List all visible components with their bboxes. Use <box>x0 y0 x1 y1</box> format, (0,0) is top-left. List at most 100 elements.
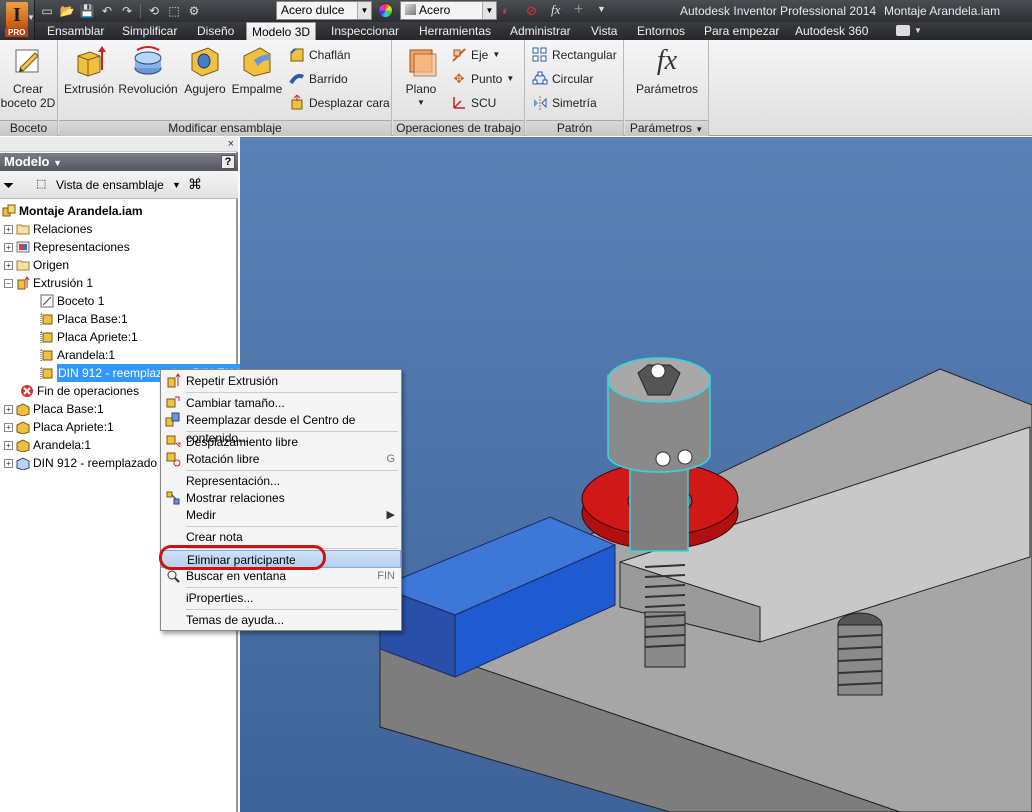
menu-item-mostrar-relaciones[interactable]: Mostrar relaciones <box>161 489 401 507</box>
filter-icon[interactable]: ⏷ <box>3 177 14 194</box>
tree-item-arandela-affected[interactable]: Arandela:1 <box>26 346 115 364</box>
revolve-button[interactable]: Revolución <box>117 44 179 96</box>
undo-icon[interactable]: ↶ <box>98 3 116 19</box>
tree-item-placa-base[interactable]: + Placa Base:1 <box>4 400 104 418</box>
application-menu-button[interactable]: I PRO ▼ <box>0 0 35 40</box>
menu-item-iproperties[interactable]: iProperties... <box>161 589 401 607</box>
tab-ensamblar[interactable]: Ensamblar <box>42 22 109 40</box>
tree-item-arandela[interactable]: + Arandela:1 <box>4 436 91 454</box>
tree-item-placa-base-affected[interactable]: Placa Base:1 <box>26 310 128 328</box>
tab-para-empezar[interactable]: Para empezar <box>699 22 784 40</box>
menu-item-label: Buscar en ventana <box>186 569 287 583</box>
tab-modelo-3d[interactable]: Modelo 3D <box>246 22 317 41</box>
fx-icon[interactable]: fx <box>551 2 560 18</box>
adjust-appearance-icon[interactable]: ◐ <box>502 3 510 18</box>
grip-point[interactable] <box>655 451 671 467</box>
chevron-down-icon[interactable]: ▼ <box>172 180 181 190</box>
fillet-button[interactable]: Empalme <box>230 44 284 96</box>
tree-item-relaciones[interactable]: + Relaciones <box>4 220 92 238</box>
save-icon[interactable]: 💾 <box>78 3 96 19</box>
expand-icon[interactable]: + <box>4 224 13 234</box>
menu-item-temas-de-ayuda[interactable]: Temas de ayuda... <box>161 611 401 629</box>
menu-item-label: Representación... <box>186 474 281 488</box>
material-dropdown[interactable]: Acero dulce ▼ <box>276 1 372 20</box>
move-face-button[interactable]: Desplazar cara <box>289 93 390 113</box>
tree-item-fin-operaciones[interactable]: Fin de operaciones <box>20 382 139 400</box>
tree-root[interactable]: Montaje Arandela.iam <box>2 202 143 220</box>
assembly-view-icon: ⬚ <box>36 178 47 190</box>
tab-diseno[interactable]: Diseño <box>192 22 239 40</box>
expand-icon[interactable]: + <box>4 458 13 468</box>
tab-inspeccionar[interactable]: Inspeccionar <box>326 22 404 40</box>
mirror-button[interactable]: Simetría <box>532 93 597 113</box>
tree-item-din-912[interactable]: + DIN 912 - reemplazado p <box>4 454 167 472</box>
part-icon <box>16 402 30 417</box>
tab-administrar[interactable]: Administrar <box>505 22 576 40</box>
tab-herramientas[interactable]: Herramientas <box>414 22 496 40</box>
tree-item-extrusion-1[interactable]: − Extrusión 1 <box>4 274 93 292</box>
return-icon[interactable]: ⟲ <box>145 3 163 19</box>
extrude-button[interactable]: Extrusión <box>61 44 117 96</box>
circular-pattern-button[interactable]: Circular <box>532 69 593 89</box>
qat-customize-icon[interactable]: ▼ <box>597 4 606 14</box>
browser-header[interactable]: Modelo ▼ ? <box>0 153 238 171</box>
tab-vista[interactable]: Vista <box>586 22 622 40</box>
plus-icon[interactable]: + <box>574 1 583 19</box>
appearance-dropdown[interactable]: Acero ▼ <box>400 1 497 20</box>
tree-item-representaciones[interactable]: + Representaciones <box>4 238 130 256</box>
sweep-button[interactable]: Barrido <box>289 69 348 89</box>
update-icon[interactable]: ⚙ <box>185 3 203 19</box>
grip-point[interactable] <box>677 449 693 465</box>
menu-item-medir[interactable]: Medir ▶ <box>161 506 401 524</box>
menu-item-reemplazar[interactable]: Reemplazar desde el Centro de contenido.… <box>161 411 401 445</box>
circular-pattern-icon <box>532 71 548 87</box>
point-button[interactable]: ✥ Punto ▼ <box>451 69 515 89</box>
expand-icon[interactable]: + <box>4 404 13 414</box>
representations-icon <box>16 240 30 254</box>
help-icon[interactable]: ? <box>221 155 235 169</box>
hole-button[interactable]: Agujero <box>180 44 230 96</box>
expand-icon[interactable]: + <box>4 242 13 252</box>
chamfer-button[interactable]: Chaflán <box>289 45 350 65</box>
grip-point[interactable] <box>650 363 666 379</box>
clear-appearance-icon[interactable]: ⊘ <box>526 3 537 19</box>
menu-item-cambiar-tamano[interactable]: Cambiar tamaño... <box>161 394 401 412</box>
relationships-icon <box>165 490 181 506</box>
plane-button[interactable]: Plano ▼ <box>397 44 445 110</box>
parameters-button[interactable]: fx Parámetros <box>627 44 707 97</box>
tree-item-placa-apriete-affected[interactable]: Placa Apriete:1 <box>26 328 138 346</box>
sketch-icon <box>40 294 54 308</box>
menu-item-crear-nota[interactable]: Crear nota <box>161 528 401 546</box>
color-wheel-icon[interactable] <box>378 3 393 18</box>
tab-simplificar[interactable]: Simplificar <box>117 22 182 40</box>
tree-item-placa-apriete[interactable]: + Placa Apriete:1 <box>4 418 114 436</box>
menu-item-representacion[interactable]: Representación... <box>161 472 401 490</box>
create-sketch-2d-button[interactable]: Crear boceto 2D <box>0 44 56 110</box>
binoculars-icon[interactable]: ⌘ <box>188 176 202 193</box>
axis-button[interactable]: Eje ▼ <box>451 45 500 65</box>
ribbon-display-icon[interactable] <box>896 25 910 36</box>
ucs-button[interactable]: SCU <box>451 93 496 113</box>
menu-item-repetir-extrusion[interactable]: Repetir Extrusión <box>161 372 401 390</box>
close-icon[interactable]: × <box>228 138 234 150</box>
panel-label-modificar: Modificar ensamblaje <box>59 120 391 136</box>
menu-item-desplazamiento-libre[interactable]: Desplazamiento libre <box>161 433 401 451</box>
menu-item-rotacion-libre[interactable]: Rotación libre G <box>161 450 401 468</box>
tree-item-origen[interactable]: + Origen <box>4 256 69 274</box>
tab-entornos[interactable]: Entornos <box>632 22 690 40</box>
collapse-icon[interactable]: − <box>4 278 13 288</box>
chevron-down-icon[interactable]: ▼ <box>914 26 922 35</box>
chevron-down-icon[interactable]: ▼ <box>695 125 703 134</box>
rectangular-pattern-button[interactable]: Rectangular <box>532 45 617 65</box>
new-icon[interactable]: ▭ <box>38 3 56 19</box>
redo-icon[interactable]: ↷ <box>118 3 136 19</box>
expand-icon[interactable]: + <box>4 440 13 450</box>
expand-icon[interactable]: + <box>4 260 13 270</box>
open-icon[interactable]: 📂 <box>58 3 76 19</box>
select-icon[interactable]: ⬚ <box>165 3 183 19</box>
tree-item-boceto-1[interactable]: Boceto 1 <box>26 292 104 310</box>
tree-item-label: Placa Apriete:1 <box>33 420 114 434</box>
assembly-view-label[interactable]: Vista de ensamblaje <box>56 178 164 192</box>
expand-icon[interactable]: + <box>4 422 13 432</box>
tab-autodesk-360[interactable]: Autodesk 360 <box>790 22 873 40</box>
